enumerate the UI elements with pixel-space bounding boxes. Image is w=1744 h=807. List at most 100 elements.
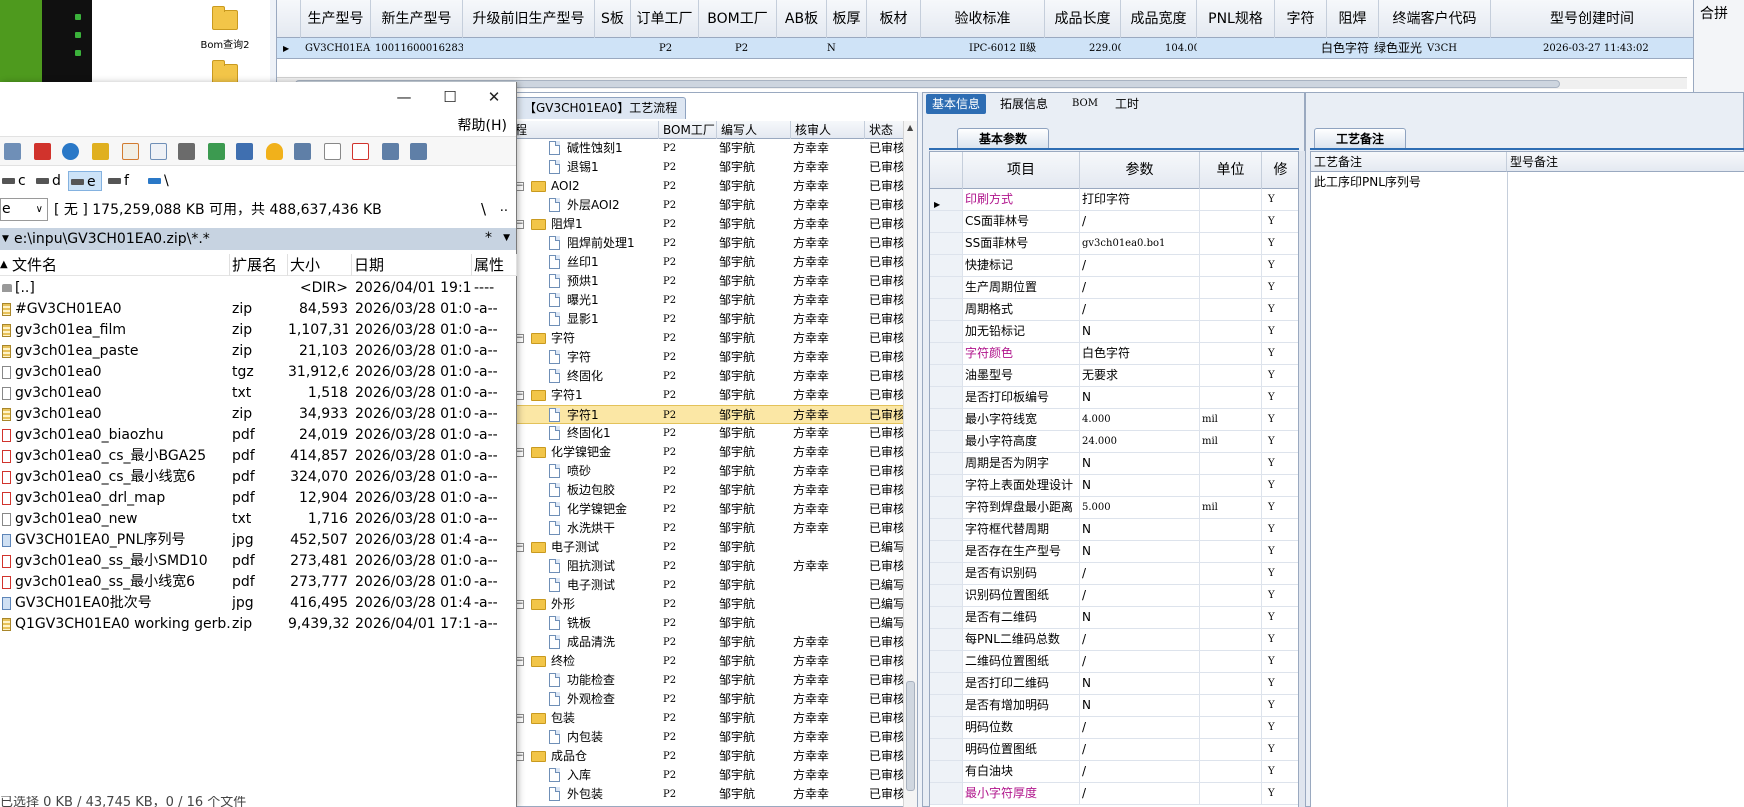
parent-dir-button[interactable]: .. xyxy=(500,200,508,215)
process-group-row[interactable]: − 阻焊1 P2 邹宇航 方幸幸 已审核 xyxy=(511,215,904,234)
tab-basic-info[interactable]: 基本信息 xyxy=(926,94,987,114)
param-row[interactable]: 是否打印板编号 N Y xyxy=(930,387,1298,409)
column-header[interactable]: 新生产型号 xyxy=(371,0,463,38)
file-row[interactable]: gv3ch01ea0 zip 34,933 2026/03/28 01:08 -a-- xyxy=(0,404,516,425)
param-row[interactable]: 快捷标记 / Y xyxy=(930,255,1298,277)
param-row[interactable]: 是否有二维码 N Y xyxy=(930,607,1298,629)
drive-c[interactable]: c xyxy=(0,171,28,191)
tab-basic-params[interactable]: 基本参数 xyxy=(957,128,1049,148)
order-row[interactable]: ▶ GV3CH01EA0 10011600016283 P2 P2 N IPC-… xyxy=(277,38,1693,59)
file-row[interactable]: [..] <DIR> 2026/04/01 19:19 ---- xyxy=(0,278,516,299)
param-row[interactable]: 识别码位置图纸 / Y xyxy=(930,585,1298,607)
process-step-row[interactable]: 外包装 P2 邹宇航 方幸幸 已审核 xyxy=(511,785,904,804)
grid-cell[interactable]: GV3CH01EA0 xyxy=(301,38,371,59)
image-icon[interactable] xyxy=(236,143,253,160)
process-step-row[interactable]: 铣板 P2 邹宇航 已编写 xyxy=(511,614,904,633)
file-row[interactable]: gv3ch01ea0_biaozhu pdf 24,019 2026/03/28 01… xyxy=(0,425,516,446)
file-row[interactable]: gv3ch01ea0_cs_最小BGA25 pdf 414,857 2026/03/2… xyxy=(0,446,516,467)
panel-icon[interactable] xyxy=(382,143,399,160)
process-group-row[interactable]: − 电子测试 P2 邹宇航 已编写 xyxy=(511,538,904,557)
process-step-row[interactable]: 外层AOI2 P2 邹宇航 方幸幸 已审核 xyxy=(511,196,904,215)
param-value[interactable]: N xyxy=(1080,321,1200,342)
desktop-shortcut[interactable]: Bom查询2 xyxy=(200,6,250,51)
process-group-row[interactable]: − 字符 P2 邹宇航 方幸幸 已审核 xyxy=(511,329,904,348)
process-step-row[interactable]: 丝印1 P2 邹宇航 方幸幸 已审核 xyxy=(511,253,904,272)
param-row[interactable]: 最小字符厚度 / Y xyxy=(930,783,1298,805)
file-row[interactable]: GV3CH01EA0批次号 jpg 416,495 2026/03/28 01:46-… xyxy=(0,593,516,614)
process-step-row[interactable]: 字符 P2 邹宇航 方幸幸 已审核 xyxy=(511,348,904,367)
refresh-icon[interactable] xyxy=(62,143,79,160)
file-row[interactable]: GV3CH01EA0_PNL序列号 jpg 452,507 2026/03/28 01… xyxy=(0,530,516,551)
column-header[interactable]: 订单工厂 xyxy=(631,0,699,38)
drive-select[interactable]: e ∨ xyxy=(0,198,48,221)
view-icon[interactable] xyxy=(150,143,167,160)
process-step-row[interactable]: 内包装 P2 邹宇航 方幸幸 已审核 xyxy=(511,728,904,747)
vertical-scrollbar[interactable]: ▲ xyxy=(903,121,917,807)
param-value[interactable]: 打印字符 xyxy=(1080,189,1200,210)
drive-d[interactable]: d xyxy=(34,171,64,191)
param-value[interactable]: / xyxy=(1080,211,1200,232)
param-row[interactable]: 是否有增加明码 N Y xyxy=(930,695,1298,717)
param-value[interactable]: N xyxy=(1080,453,1200,474)
document-icon[interactable] xyxy=(324,143,341,160)
param-row[interactable]: 有白油块 / Y xyxy=(930,761,1298,783)
file-row[interactable]: gv3ch01ea0_ss_最小SMD10 pdf 273,481 2026/03/2… xyxy=(0,551,516,572)
grid-cell[interactable]: 10011600016283 xyxy=(371,38,463,59)
column-header[interactable]: 字符 xyxy=(1275,0,1327,38)
column-header[interactable]: 程 xyxy=(511,121,659,139)
window-titlebar[interactable]: — ☐ ✕ xyxy=(0,82,516,112)
file-row[interactable]: gv3ch01ea_paste zip 21,103 2026/03/28 01:02… xyxy=(0,341,516,362)
history-icon[interactable]: ▼ xyxy=(2,234,9,244)
tab-work-hours[interactable]: 工时 xyxy=(1109,94,1145,114)
param-value[interactable]: N xyxy=(1080,519,1200,540)
param-value[interactable]: / xyxy=(1080,299,1200,320)
column-header[interactable]: 工艺备注 xyxy=(1311,152,1507,172)
process-group-row[interactable]: − 终检 P2 邹宇航 方幸幸 已审核 xyxy=(511,652,904,671)
param-value[interactable]: N xyxy=(1080,695,1200,716)
param-row[interactable]: 最小字符高度 24.000 mil Y xyxy=(930,431,1298,453)
param-row[interactable]: 生产周期位置 / Y xyxy=(930,277,1298,299)
param-value[interactable]: N xyxy=(1080,673,1200,694)
column-header[interactable]: 成品长度 xyxy=(1045,0,1121,38)
param-row[interactable]: ▶ 印刷方式 打印字符 Y xyxy=(930,189,1298,211)
param-value[interactable]: 24.000 xyxy=(1080,431,1200,452)
grid-cell[interactable] xyxy=(827,38,867,59)
param-value[interactable]: / xyxy=(1080,563,1200,584)
process-step-row[interactable]: 喷砂 P2 邹宇航 方幸幸 已审核 xyxy=(511,462,904,481)
param-value[interactable]: 5.000 xyxy=(1080,497,1200,518)
process-step-row[interactable]: 入库 P2 邹宇航 方幸幸 已审核 xyxy=(511,766,904,785)
column-header[interactable]: 型号创建时间 xyxy=(1491,0,1694,38)
process-step-row[interactable]: 退锡1 P2 邹宇航 方幸幸 已审核 xyxy=(511,158,904,177)
param-row[interactable]: 明码位数 / Y xyxy=(930,717,1298,739)
process-step-row[interactable]: 电子测试 P2 邹宇航 已编写 xyxy=(511,576,904,595)
column-header[interactable]: 生产型号 xyxy=(301,0,371,38)
grid-cell[interactable] xyxy=(867,38,921,59)
param-row[interactable]: 明码位置图纸 / Y xyxy=(930,739,1298,761)
column-header[interactable]: 成品宽度 xyxy=(1121,0,1197,38)
grid-cell[interactable]: 2026-03-27 11:43:02 xyxy=(1539,38,1694,59)
param-row[interactable]: SS面菲林号 gv3ch01ea0.bo1 Y xyxy=(930,233,1298,255)
process-flow-tab[interactable]: 【GV3CH01EA0】工艺流程 xyxy=(515,97,687,119)
maximize-icon[interactable]: ☐ xyxy=(427,82,473,112)
scrollbar-thumb[interactable] xyxy=(906,681,915,791)
process-step-row[interactable]: 外观检查 P2 邹宇航 方幸幸 已审核 xyxy=(511,690,904,709)
file-row[interactable]: Q1GV3CH01EA0 working gerb...zip 9,439,321… xyxy=(0,614,516,635)
param-row[interactable]: 字符上表面处理设计 N Y xyxy=(930,475,1298,497)
column-header[interactable]: BOM工厂 xyxy=(699,0,777,38)
param-row[interactable]: 二维码位置图纸 / Y xyxy=(930,651,1298,673)
grid-cell[interactable]: IPC-6012 Ⅱ级 xyxy=(965,38,1045,59)
column-header[interactable]: 核审人 xyxy=(791,121,865,139)
process-step-row[interactable]: 曝光1 P2 邹宇航 方幸幸 已审核 xyxy=(511,291,904,310)
param-row[interactable]: 周期格式 / Y xyxy=(930,299,1298,321)
param-value[interactable]: / xyxy=(1080,585,1200,606)
param-value[interactable]: gv3ch01ea0.bo1 xyxy=(1080,233,1200,254)
text-icon[interactable] xyxy=(122,143,139,160)
process-step-row[interactable]: 功能检查 P2 邹宇航 方幸幸 已审核 xyxy=(511,671,904,690)
drive-e[interactable]: e xyxy=(68,171,102,191)
column-header-ext[interactable]: 扩展名 xyxy=(230,254,288,276)
file-row[interactable]: gv3ch01ea0_ss_最小线宽6 pdf 273,777 2026/03/28 … xyxy=(0,572,516,593)
column-header[interactable]: 状态 xyxy=(865,121,905,139)
param-row[interactable]: 字符框代替周期 N Y xyxy=(930,519,1298,541)
process-step-row[interactable]: 终固化 P2 邹宇航 方幸幸 已审核 xyxy=(511,367,904,386)
column-header-attr[interactable]: 属性 xyxy=(472,254,517,276)
